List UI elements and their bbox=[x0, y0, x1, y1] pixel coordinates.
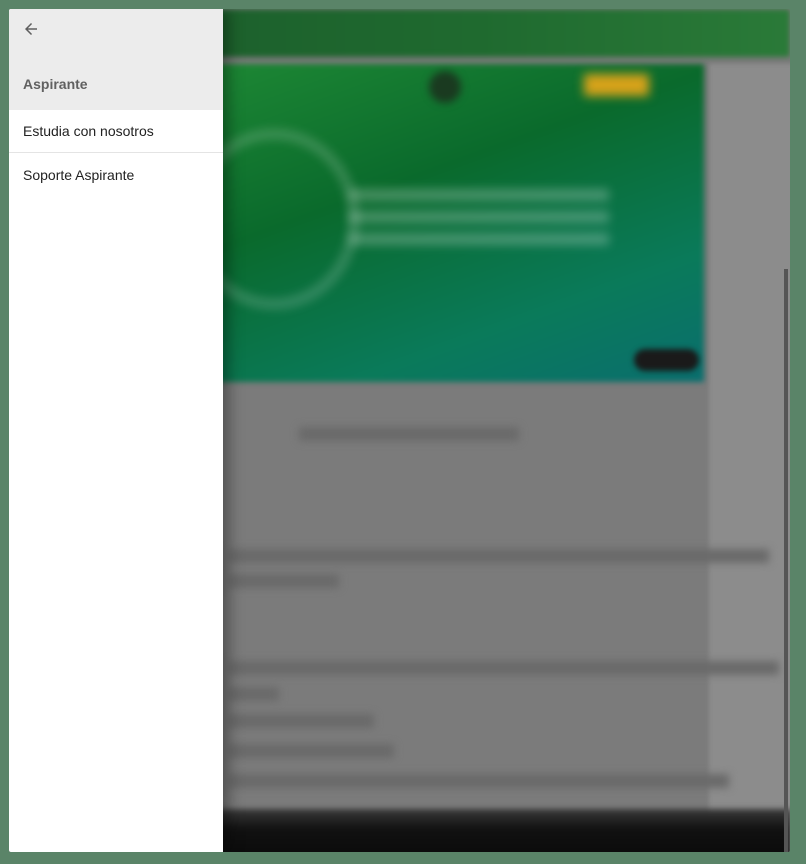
background-scrollbar[interactable] bbox=[784, 269, 788, 852]
background-text-line bbox=[229, 661, 779, 675]
menu-item-estudia-con-nosotros[interactable]: Estudia con nosotros bbox=[9, 110, 223, 153]
menu-item-label: Estudia con nosotros bbox=[23, 123, 154, 139]
app-window: Aspirante Estudia con nosotros Soporte A… bbox=[9, 9, 790, 852]
drawer-title: Aspirante bbox=[23, 76, 88, 92]
background-badge bbox=[634, 349, 699, 371]
background-text-line bbox=[229, 687, 279, 701]
background-text-line bbox=[229, 774, 729, 788]
navigation-drawer: Aspirante Estudia con nosotros Soporte A… bbox=[9, 9, 223, 852]
arrow-left-icon bbox=[22, 20, 40, 43]
background-text-line bbox=[299, 427, 519, 441]
menu-item-soporte-aspirante[interactable]: Soporte Aspirante bbox=[9, 153, 223, 196]
background-banner-text bbox=[349, 189, 609, 249]
menu-item-label: Soporte Aspirante bbox=[23, 166, 135, 183]
background-text-line bbox=[229, 714, 374, 728]
background-text-line bbox=[229, 744, 394, 758]
drawer-header: Aspirante bbox=[9, 9, 223, 110]
background-side-panel bbox=[709, 64, 790, 852]
back-button[interactable] bbox=[19, 19, 43, 43]
background-logo-icon bbox=[429, 71, 461, 103]
background-logo-accent bbox=[584, 74, 649, 96]
background-text-line bbox=[229, 549, 769, 563]
background-text-line bbox=[229, 574, 339, 588]
